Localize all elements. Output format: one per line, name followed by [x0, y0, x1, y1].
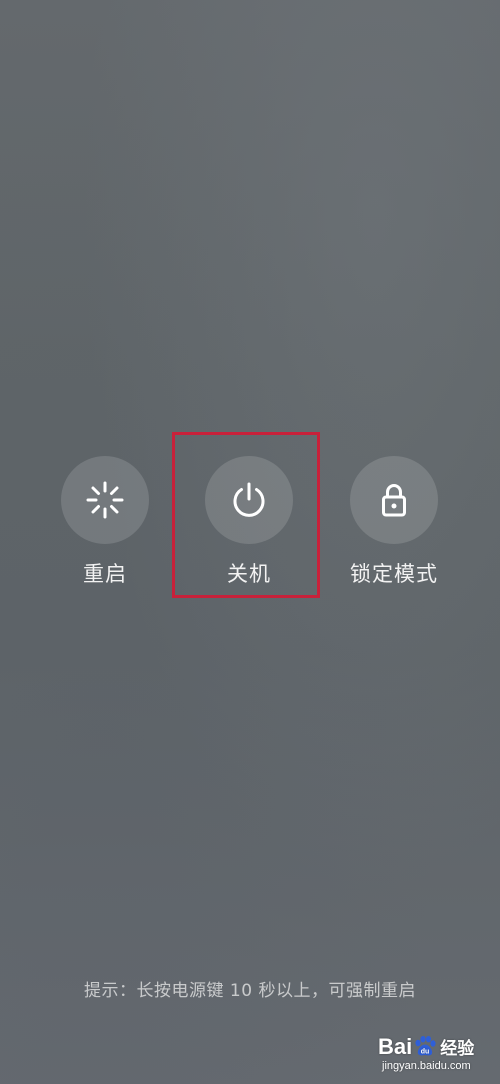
lock-icon [382, 484, 406, 517]
force-restart-hint: 提示：长按电源键 10 秒以上，可强制重启 [84, 981, 416, 1001]
watermark-brand-right: 经验 [440, 1039, 475, 1059]
watermark-brand: Bai du 经验 [378, 1034, 474, 1060]
restart-button[interactable]: 重启 [50, 456, 160, 588]
baidu-paw-icon: du [415, 1036, 436, 1056]
lock-mode-label: 锁定模式 [350, 562, 438, 586]
svg-text:du: du [421, 1049, 430, 1056]
watermark-domain: jingyan.baidu.com [382, 1060, 471, 1072]
restart-circle[interactable] [61, 456, 149, 544]
restart-spinner-icon [86, 481, 124, 519]
lock-mode-circle[interactable] [350, 456, 438, 544]
power-menu-screen: 重启 关机 锁定模式 提示：长按电源键 10 秒以上，可强制重启 Bai du … [0, 0, 500, 1084]
restart-label: 重启 [83, 562, 127, 586]
lock-mode-button[interactable]: 锁定模式 [339, 456, 449, 588]
shutdown-highlight-box [172, 432, 320, 598]
baidu-jingyan-watermark: Bai du 经验 jingyan.baidu.com [378, 1032, 488, 1076]
watermark-brand-left: Bai [378, 1034, 413, 1059]
